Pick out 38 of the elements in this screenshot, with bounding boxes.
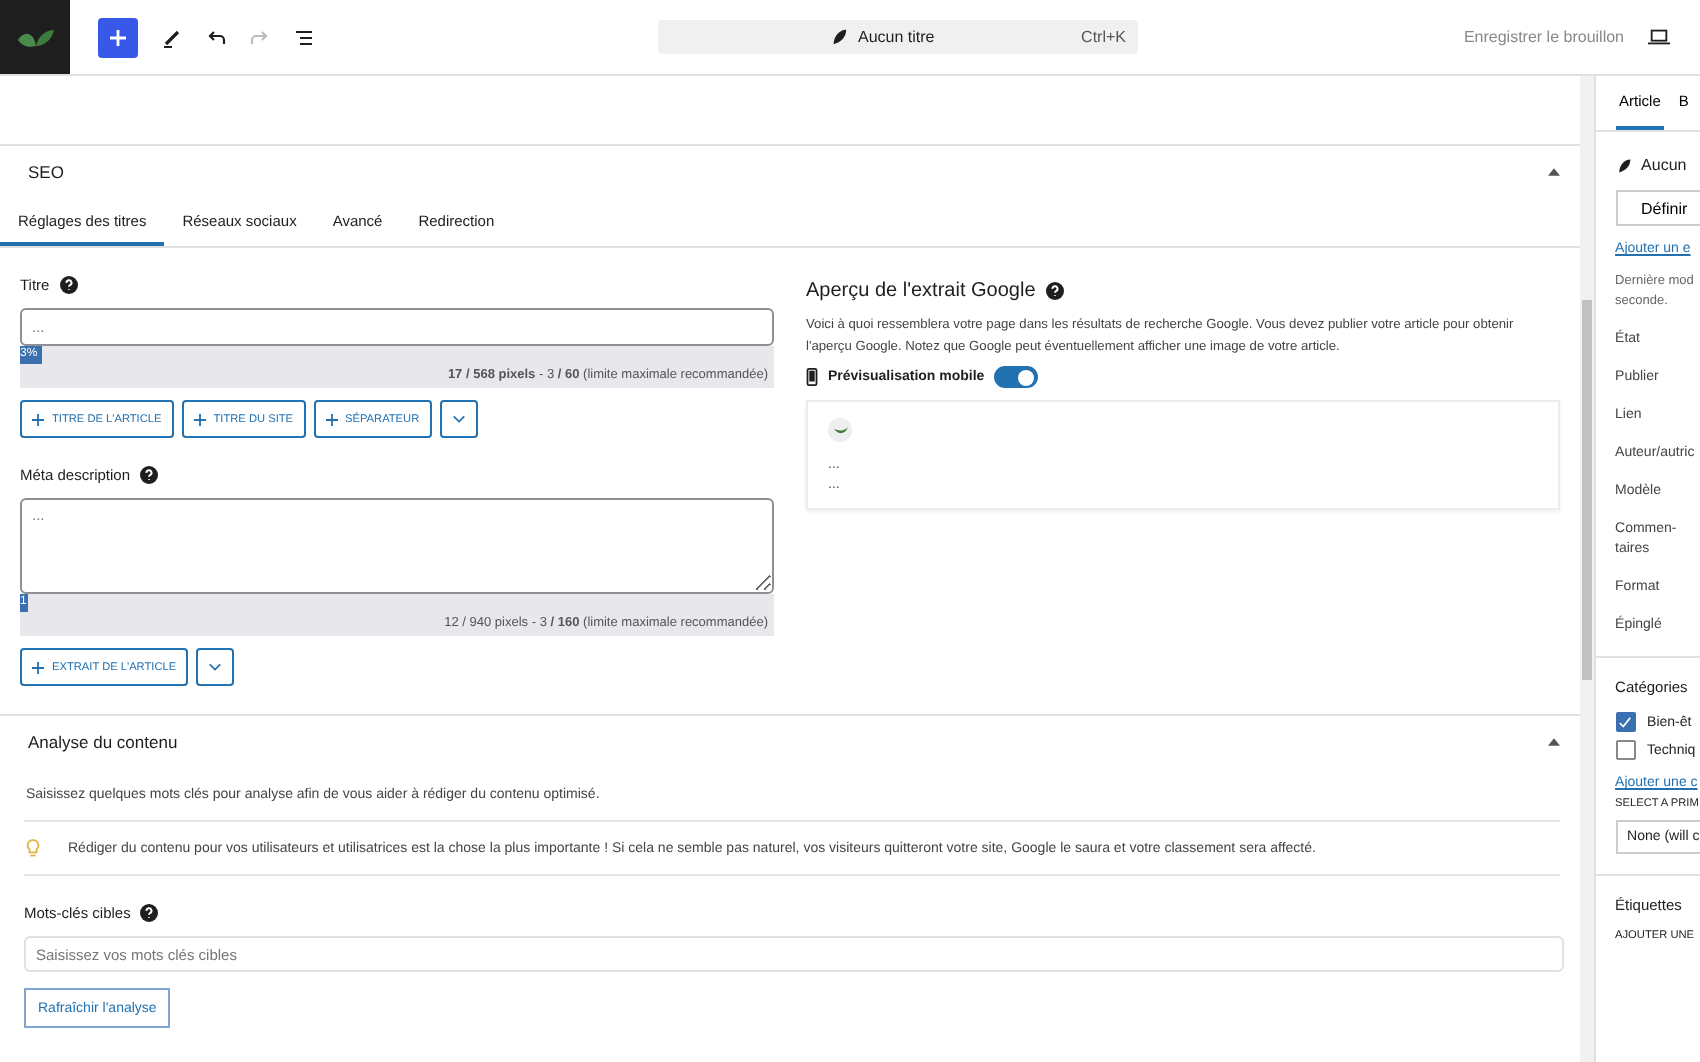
- plus-icon: [108, 27, 128, 47]
- undo-icon[interactable]: [206, 27, 226, 47]
- help-icon[interactable]: [1045, 282, 1064, 300]
- category-checkbox[interactable]: [1615, 740, 1636, 760]
- collapse-icon[interactable]: [1548, 168, 1560, 176]
- plus-icon: [32, 661, 44, 673]
- shortcut-text: Ctrl+K: [1081, 28, 1126, 46]
- post-title-text: Aucun: [1641, 156, 1687, 174]
- add-block-button[interactable]: [98, 17, 138, 57]
- plus-icon: [193, 413, 206, 425]
- help-icon[interactable]: [140, 466, 159, 484]
- help-icon[interactable]: [140, 904, 159, 922]
- chevron-down-icon: [208, 662, 223, 672]
- more-variables-button[interactable]: [196, 648, 235, 686]
- plus-icon: [325, 413, 338, 425]
- command-search-bar[interactable]: Aucun titre Ctrl+K: [658, 20, 1138, 54]
- panel-title: Analyse du contenu: [28, 732, 178, 752]
- feather-icon: [1615, 157, 1632, 173]
- post-title-text: Aucun titre: [858, 28, 935, 46]
- phone-icon: [806, 368, 818, 386]
- collapse-icon[interactable]: [1548, 738, 1560, 746]
- feather-icon: [830, 28, 848, 46]
- category-checkbox[interactable]: [1615, 712, 1636, 732]
- set-button[interactable]: Définir: [1615, 190, 1700, 226]
- pen-icon[interactable]: [162, 27, 182, 47]
- site-logo[interactable]: [0, 0, 70, 74]
- plus-icon: [32, 413, 44, 425]
- list-view-icon[interactable]: [294, 27, 314, 47]
- help-icon[interactable]: [59, 276, 78, 294]
- section-title: Aperçu de l'extrait Google: [806, 280, 1036, 302]
- chevron-down-icon: [451, 414, 466, 424]
- save-draft-link[interactable]: Enregistrer le brouillon: [1463, 28, 1624, 46]
- mobile-preview-toggle[interactable]: [994, 366, 1039, 388]
- favicon-icon: [828, 418, 852, 442]
- lightbulb-icon: [26, 838, 40, 858]
- panel-title: SEO: [28, 162, 64, 182]
- more-variables-button[interactable]: [439, 400, 478, 438]
- desktop-preview-icon[interactable]: [1648, 28, 1670, 46]
